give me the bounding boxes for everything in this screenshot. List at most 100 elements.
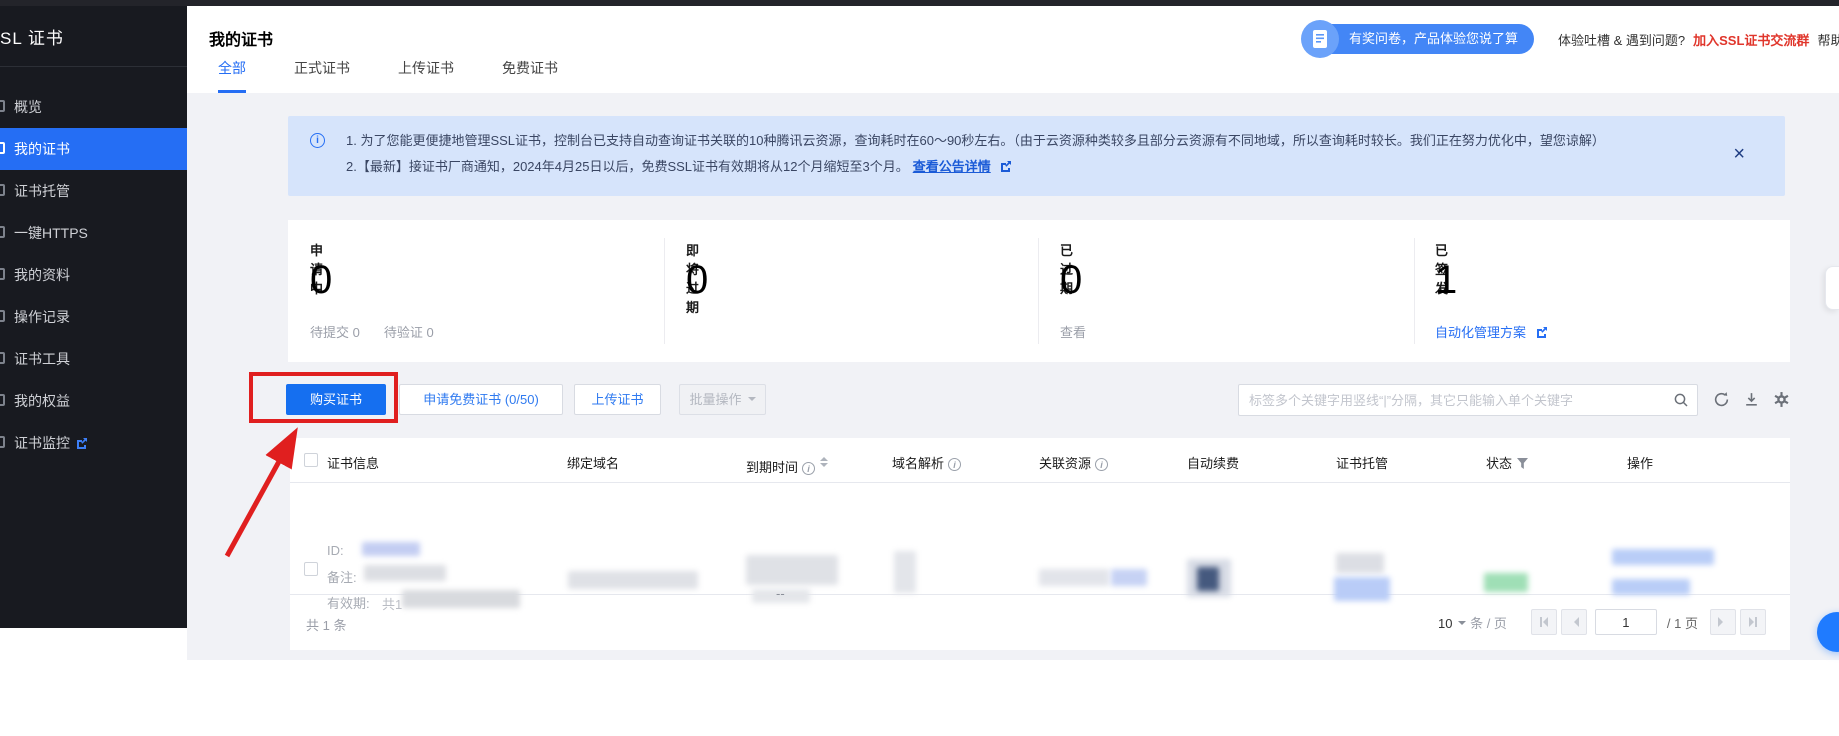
stat-sub-to-submit: 待提交 0 <box>310 325 360 340</box>
apply-free-certificate-button[interactable]: 申请免费证书 (0/50) <box>399 384 563 415</box>
announcement-link[interactable]: 查看公告详情 <box>913 159 991 174</box>
redacted-status-badge <box>1484 573 1528 592</box>
sidebar-item-label: 操作记录 <box>14 309 70 325</box>
page-size-select[interactable]: 10 条 / 页 <box>1438 613 1507 632</box>
redacted-auto-renew-2 <box>1197 567 1219 591</box>
stat-value: 0 <box>686 258 708 302</box>
my-benefits-icon <box>0 394 6 408</box>
col-cert-hosting: 证书托管 <box>1336 453 1388 472</box>
download-icon[interactable] <box>1743 391 1761 409</box>
banner-close-icon[interactable]: × <box>1733 144 1745 164</box>
batch-operation-button[interactable]: 批量操作 <box>679 384 766 415</box>
my-info-icon <box>0 268 6 282</box>
automation-plan-link[interactable]: 自动化管理方案 <box>1435 325 1526 340</box>
external-link-icon <box>1536 326 1548 338</box>
sidebar-item-label: 证书监控 <box>14 435 70 451</box>
chevron-down-icon <box>1458 621 1466 629</box>
table-header-row: 证书信息 绑定域名 到期时间i 域名解析i 关联资源i 自动续费 证书托管 状态… <box>290 438 1790 483</box>
sidebar-item-label: 我的资料 <box>14 267 70 283</box>
sidebar-item-my-benefits[interactable]: 我的权益 <box>0 380 187 422</box>
col-actions: 操作 <box>1627 453 1653 472</box>
filter-funnel-icon[interactable] <box>1517 458 1528 469</box>
stats-card: 申请中 0 待提交 0待验证 0 即将过期 0 已过期 0 查看 已签发 1 自… <box>288 220 1790 362</box>
batch-operation-label: 批量操作 <box>689 392 741 407</box>
redacted-action-links-2[interactable] <box>1612 579 1690 595</box>
external-link-icon <box>1000 160 1012 172</box>
col-domain-resolution: 域名解析i <box>892 453 961 472</box>
sidebar-item-cert-monitor[interactable]: 证书监控 <box>0 422 187 464</box>
stat-sub-to-verify: 待验证 0 <box>384 325 434 340</box>
sidebar-item-label: 一键HTTPS <box>14 225 88 241</box>
sidebar-item-label: 我的权益 <box>14 393 70 409</box>
redacted-resource-2 <box>1111 569 1147 586</box>
sort-icon[interactable] <box>820 453 828 471</box>
select-all-checkbox[interactable] <box>304 453 318 467</box>
sidebar-item-cert-hosting[interactable]: 证书托管 <box>0 170 187 212</box>
cert-hosting-icon <box>0 184 6 198</box>
row-remark-label: 备注: <box>327 567 357 586</box>
redacted-domain <box>568 571 698 589</box>
redacted-action-links[interactable] <box>1612 549 1714 565</box>
next-page-button[interactable] <box>1710 609 1736 635</box>
upload-certificate-button[interactable]: 上传证书 <box>574 384 661 415</box>
redacted-cert-id <box>362 542 420 556</box>
operation-log-icon <box>0 310 6 324</box>
last-page-button[interactable] <box>1740 609 1766 635</box>
tab-paid-certificates[interactable]: 正式证书 <box>294 58 350 93</box>
sidebar-item-my-certificates[interactable]: 我的证书 <box>0 128 187 170</box>
table-row: ID: 备注: 有效期: 共1 -- <box>290 483 1790 595</box>
tab-uploaded-certificates[interactable]: 上传证书 <box>398 58 454 93</box>
row-id-label: ID: <box>327 543 344 558</box>
cert-tools-icon <box>0 352 6 366</box>
sidebar-item-operation-log[interactable]: 操作记录 <box>0 296 187 338</box>
collapsed-drawer-handle[interactable] <box>1825 266 1839 310</box>
sidebar-item-my-info[interactable]: 我的资料 <box>0 254 187 296</box>
col-associated-resources: 关联资源i <box>1039 453 1108 472</box>
first-page-button[interactable] <box>1531 609 1557 635</box>
help-doc-link[interactable]: 帮助文档 <box>1817 30 1839 49</box>
redacted-remark <box>364 565 446 581</box>
chevron-down-icon <box>748 397 756 405</box>
stats-divider <box>664 238 665 344</box>
survey-promo-badge[interactable]: 有奖问卷，产品体验您说了算 <box>1305 24 1534 54</box>
notice-banner: i 1. 为了您能更便捷地管理SSL证书，控制台已支持自动查询证书关联的10种腾… <box>288 116 1785 196</box>
refresh-icon[interactable] <box>1713 391 1731 409</box>
redacted-expire-time <box>746 555 838 585</box>
header-right: 有奖问卷，产品体验您说了算 体验吐槽 & 遇到问题? 加入SSL证书交流群 帮助… <box>1305 24 1839 54</box>
sidebar-item-label: 证书工具 <box>14 351 70 367</box>
sidebar-item-overview[interactable]: 概览 <box>0 86 187 128</box>
stat-view-link[interactable]: 查看 <box>1060 325 1086 340</box>
stats-divider <box>1038 238 1039 344</box>
survey-promo-label: 有奖问卷，产品体验您说了算 <box>1349 31 1518 46</box>
table-footer: 共 1 条 10 条 / 页 / 1 页 <box>290 595 1790 650</box>
settings-gear-icon[interactable] <box>1773 391 1791 409</box>
info-icon[interactable]: i <box>948 458 961 471</box>
survey-document-icon <box>1301 20 1339 58</box>
join-group-link[interactable]: 加入SSL证书交流群 <box>1693 30 1809 49</box>
info-icon[interactable]: i <box>802 462 815 475</box>
stat-value: 0 <box>310 258 332 302</box>
notice-line1: 1. 为了您能更便捷地管理SSL证书，控制台已支持自动查询证书关联的10种腾讯云… <box>346 130 1605 149</box>
search-box <box>1238 384 1698 416</box>
sidebar-item-one-click-https[interactable]: 一键HTTPS <box>0 212 187 254</box>
page-header: 我的证书 全部 正式证书 上传证书 免费证书 有奖问卷，产品体验您说了算 体验吐… <box>187 6 1839 93</box>
tab-all[interactable]: 全部 <box>218 58 246 93</box>
sidebar-item-cert-tools[interactable]: 证书工具 <box>0 338 187 380</box>
sidebar-menu: 概览 我的证书 证书托管 一键HTTPS 我的资料 操作记录 证书工具 我的权益… <box>0 86 187 464</box>
info-icon[interactable]: i <box>1095 458 1108 471</box>
external-link-icon <box>76 423 88 435</box>
certificates-table: 证书信息 绑定域名 到期时间i 域名解析i 关联资源i 自动续费 证书托管 状态… <box>290 438 1790 650</box>
prev-page-button[interactable] <box>1561 609 1587 635</box>
sidebar-item-label: 概览 <box>14 99 42 115</box>
search-input[interactable] <box>1249 385 1659 415</box>
sidebar-divider <box>0 66 187 67</box>
search-icon[interactable] <box>1673 392 1689 411</box>
col-auto-renew: 自动续费 <box>1187 453 1239 472</box>
row-checkbox[interactable] <box>304 562 318 576</box>
content-area: i 1. 为了您能更便捷地管理SSL证书，控制台已支持自动查询证书关联的10种腾… <box>187 93 1839 660</box>
col-status: 状态 <box>1486 453 1528 472</box>
tab-bar: 全部 正式证书 上传证书 免费证书 <box>218 58 558 93</box>
tab-free-certificates[interactable]: 免费证书 <box>502 58 558 93</box>
pagination: 10 条 / 页 / 1 页 <box>1438 609 1766 635</box>
current-page-input[interactable] <box>1595 609 1657 635</box>
